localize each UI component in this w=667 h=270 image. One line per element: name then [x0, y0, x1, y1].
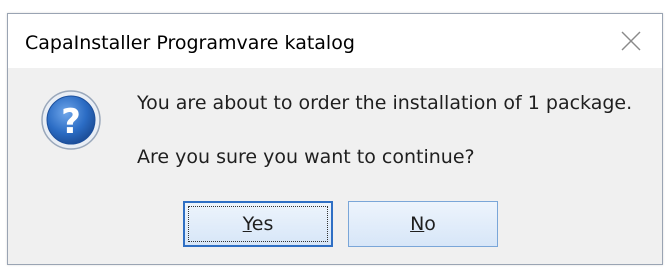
yes-button-label: Yes — [243, 213, 274, 235]
dialog-content: ? You are about to order the installatio… — [8, 68, 662, 264]
message-line-2: Are you sure you want to continue? — [137, 146, 475, 168]
no-button[interactable]: No — [348, 201, 498, 247]
yes-button[interactable]: Yes — [183, 201, 333, 247]
dialog-title: CapaInstaller Programvare katalog — [25, 32, 355, 54]
message-dialog: CapaInstaller Programvare katalog ? You … — [7, 13, 663, 265]
no-label-rest: o — [424, 213, 436, 235]
no-mnemonic: N — [410, 213, 425, 235]
question-icon: ? — [39, 88, 103, 152]
svg-text:?: ? — [61, 102, 81, 142]
close-icon — [621, 31, 641, 51]
yes-mnemonic: Y — [242, 213, 252, 235]
no-button-label: No — [410, 213, 436, 235]
yes-label-rest: es — [251, 213, 274, 235]
close-button[interactable] — [618, 28, 644, 54]
dialog-titlebar[interactable]: CapaInstaller Programvare katalog — [8, 14, 662, 68]
message-line-1: You are about to order the installation … — [137, 92, 633, 114]
